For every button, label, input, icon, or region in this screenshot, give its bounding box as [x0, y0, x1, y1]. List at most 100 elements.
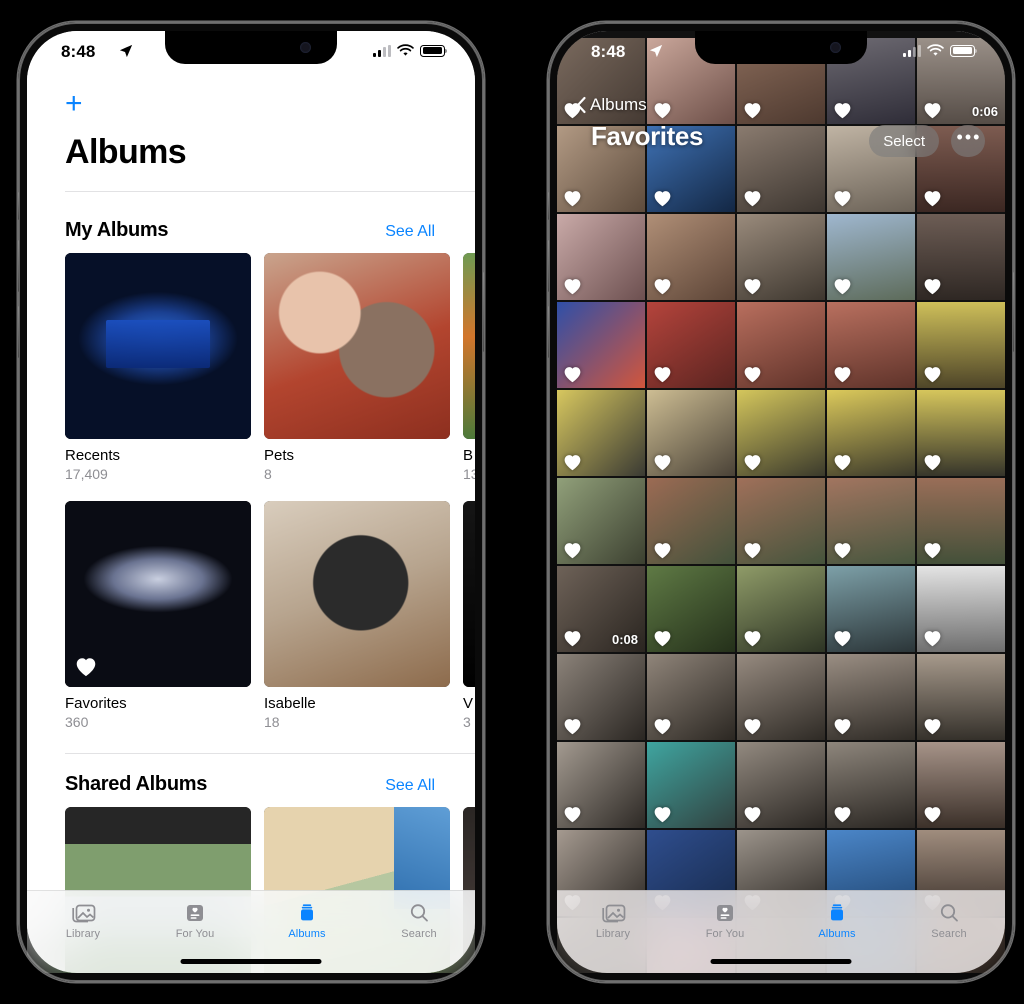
photo-cell[interactable]	[647, 214, 735, 300]
tab-for-you[interactable]: For You	[679, 899, 771, 940]
album-name: Favorites	[65, 695, 127, 712]
tab-library[interactable]: Library	[37, 899, 129, 940]
photo-cell[interactable]	[827, 742, 915, 828]
search-magnifier-icon	[373, 899, 465, 927]
photo-cell[interactable]	[737, 126, 825, 212]
back-label: Albums	[590, 95, 647, 114]
tab-label: Search	[401, 928, 437, 940]
search-magnifier-icon	[903, 899, 995, 927]
photo-cell[interactable]	[737, 390, 825, 476]
volume-up-button[interactable]	[548, 240, 549, 292]
see-all-shared-albums-link[interactable]: See All	[385, 777, 455, 795]
photo-cell[interactable]	[737, 214, 825, 300]
photo-cell[interactable]	[737, 566, 825, 652]
heart-filled-icon	[924, 191, 941, 207]
see-all-my-albums-link[interactable]: See All	[385, 223, 455, 241]
heart-filled-icon	[654, 543, 671, 559]
album-cell-isabelle[interactable]: Isabelle 18	[264, 501, 450, 730]
photo-cell[interactable]	[737, 742, 825, 828]
photo-cell[interactable]	[647, 390, 735, 476]
home-indicator[interactable]	[180, 959, 322, 964]
volume-down-button[interactable]	[18, 306, 19, 358]
power-button[interactable]	[483, 272, 484, 352]
photo-cell[interactable]	[827, 390, 915, 476]
more-options-button[interactable]: •••	[951, 125, 985, 157]
album-thumbnail[interactable]	[65, 501, 251, 687]
photos-library-icon	[567, 899, 659, 927]
photo-cell[interactable]	[917, 390, 1005, 476]
heart-filled-icon	[834, 367, 851, 383]
photo-cell[interactable]	[557, 214, 645, 300]
mute-switch[interactable]	[548, 192, 549, 220]
photo-cell[interactable]	[737, 654, 825, 740]
section-header-my-albums: My Albums See All	[65, 219, 455, 242]
mute-switch[interactable]	[18, 192, 19, 220]
photo-cell[interactable]	[557, 126, 645, 212]
album-thumbnail[interactable]	[65, 253, 251, 439]
album-cell-recents[interactable]: Recents 17,409	[65, 253, 251, 482]
heart-filled-icon	[564, 191, 581, 207]
volume-down-button[interactable]	[548, 306, 549, 358]
photo-cell[interactable]	[647, 566, 735, 652]
album-cell-pets[interactable]: Pets 8	[264, 253, 450, 482]
album-thumbnail[interactable]	[264, 253, 450, 439]
select-button[interactable]: Select	[869, 125, 939, 157]
album-cell-favorites[interactable]: Favorites 360	[65, 501, 251, 730]
tab-search[interactable]: Search	[903, 899, 995, 940]
screen-left: + Albums My Albums See All Recents 17,40…	[27, 31, 475, 973]
tab-search[interactable]: Search	[373, 899, 465, 940]
thumb-image	[264, 253, 450, 439]
photo-cell[interactable]	[917, 302, 1005, 388]
photo-cell[interactable]	[557, 742, 645, 828]
photo-cell[interactable]: 0:06	[917, 38, 1005, 124]
album-thumbnail[interactable]	[463, 253, 475, 439]
photo-cell[interactable]	[647, 654, 735, 740]
photo-cell[interactable]	[827, 478, 915, 564]
power-button[interactable]	[1013, 272, 1014, 352]
tab-albums[interactable]: Albums	[261, 899, 353, 940]
screen-right: 0:06 0:08 Albums Favorites Select ••• Li…	[557, 31, 1005, 973]
home-indicator[interactable]	[710, 959, 852, 964]
thumb-image	[264, 501, 450, 687]
album-cell-v[interactable]: V 3	[463, 501, 475, 730]
title-divider	[65, 191, 475, 192]
heart-filled-icon	[924, 367, 941, 383]
tab-library[interactable]: Library	[567, 899, 659, 940]
photo-cell[interactable]	[737, 478, 825, 564]
photo-cell[interactable]	[917, 742, 1005, 828]
photo-cell[interactable]	[557, 302, 645, 388]
photo-cell[interactable]	[647, 302, 735, 388]
album-cell-b[interactable]: B 13	[463, 253, 475, 482]
heart-filled-icon	[654, 455, 671, 471]
photo-grid[interactable]: 0:06 0:08	[557, 31, 1005, 973]
photo-cell[interactable]	[917, 214, 1005, 300]
photo-cell[interactable]	[917, 478, 1005, 564]
tab-for-you[interactable]: For You	[149, 899, 241, 940]
photo-cell[interactable]	[827, 214, 915, 300]
tab-label: Library	[65, 928, 101, 940]
album-thumbnail[interactable]	[463, 501, 475, 687]
photo-cell[interactable]	[647, 478, 735, 564]
album-thumbnail[interactable]	[264, 501, 450, 687]
photo-cell[interactable]: 0:08	[557, 566, 645, 652]
photo-cell[interactable]	[827, 654, 915, 740]
photo-cell[interactable]	[827, 566, 915, 652]
volume-up-button[interactable]	[18, 240, 19, 292]
photo-cell[interactable]	[917, 566, 1005, 652]
section-title: My Albums	[65, 219, 169, 241]
heart-filled-icon	[654, 103, 671, 119]
add-album-button[interactable]: +	[65, 89, 83, 119]
photo-cell[interactable]	[647, 126, 735, 212]
photo-cell[interactable]	[557, 654, 645, 740]
heart-filled-icon	[564, 279, 581, 295]
photo-cell[interactable]	[917, 654, 1005, 740]
photo-cell[interactable]	[737, 302, 825, 388]
photo-cell[interactable]	[557, 478, 645, 564]
tab-label: For You	[705, 928, 745, 940]
photo-cell[interactable]	[557, 390, 645, 476]
tab-albums[interactable]: Albums	[791, 899, 883, 940]
photo-cell[interactable]	[647, 742, 735, 828]
back-to-albums-button[interactable]: Albums	[575, 95, 647, 115]
album-row-2: Favorites 360 Isabelle 18 V 3	[65, 501, 475, 730]
photo-cell[interactable]	[827, 302, 915, 388]
